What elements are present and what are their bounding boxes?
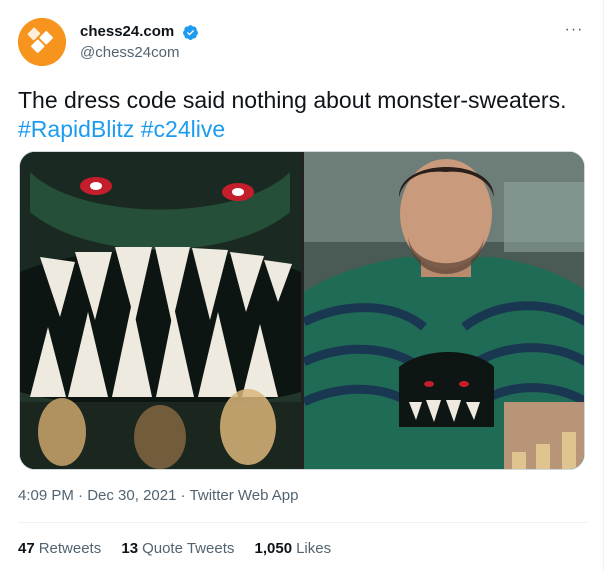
chess24-logo-icon xyxy=(18,18,66,66)
meta-separator: · xyxy=(180,487,186,504)
meta-separator: · xyxy=(78,487,84,504)
author-block[interactable]: chess24.com @chess24com xyxy=(80,22,199,63)
player-image xyxy=(304,152,584,469)
player-photo[interactable] xyxy=(304,152,584,469)
likes-count: 1,050 xyxy=(254,540,293,557)
retweets-count: 47 xyxy=(18,540,35,557)
quote-tweets-label: Quote Tweets xyxy=(142,540,235,557)
retweets-label: Retweets xyxy=(38,540,102,557)
hashtag-link-c24live[interactable]: #c24live xyxy=(141,116,225,142)
tweet-source[interactable]: Twitter Web App xyxy=(190,487,299,504)
tweet-header: chess24.com @chess24com ··· xyxy=(18,18,588,70)
tweet-time[interactable]: 4:09 PM xyxy=(18,487,74,504)
avatar[interactable] xyxy=(18,18,66,66)
quote-tweets-stat[interactable]: 13 Quote Tweets xyxy=(121,539,234,559)
tweet-card: chess24.com @chess24com ··· The dress co… xyxy=(0,0,604,572)
media-grid xyxy=(19,151,585,470)
likes-stat[interactable]: 1,050 Likes xyxy=(255,539,332,559)
tweet-text: The dress code said nothing about monste… xyxy=(18,86,588,144)
hashtag-link-rapidblitz[interactable]: #RapidBlitz xyxy=(18,116,134,142)
tweet-text-line: The dress code said nothing about monste… xyxy=(18,87,567,113)
tweet-meta: 4:09 PM · Dec 30, 2021 · Twitter Web App xyxy=(18,486,298,506)
tweet-stats: 47 Retweets 13 Quote Tweets 1,050 Likes xyxy=(18,539,347,559)
sweater-closeup-image xyxy=(20,152,301,469)
tweet-hashtags: #RapidBlitz #c24live xyxy=(18,115,588,144)
display-name[interactable]: chess24.com xyxy=(80,22,174,42)
likes-label: Likes xyxy=(296,540,332,557)
tweet-date[interactable]: Dec 30, 2021 xyxy=(87,487,176,504)
retweets-stat[interactable]: 47 Retweets xyxy=(18,539,101,559)
quote-tweets-count: 13 xyxy=(121,540,139,557)
sweater-closeup-photo[interactable] xyxy=(20,152,301,469)
verified-badge-icon xyxy=(182,24,198,40)
divider xyxy=(18,522,588,523)
handle[interactable]: @chess24com xyxy=(80,43,199,63)
more-options-icon[interactable]: ··· xyxy=(560,20,588,44)
